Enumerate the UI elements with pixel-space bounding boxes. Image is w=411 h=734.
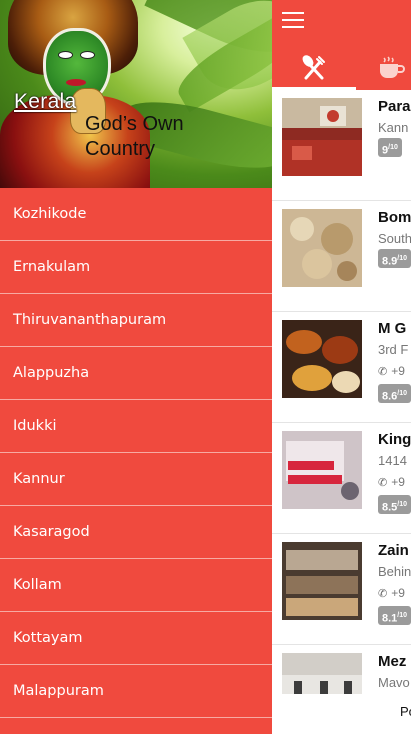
rating-badge: 8.5/10 (378, 495, 411, 514)
restaurant-name: Zain (378, 542, 409, 559)
rating-badge: 8.1/10 (378, 606, 411, 625)
restaurant-address: 1414 (378, 453, 407, 468)
district-item-malappuram[interactable]: Malappuram (0, 665, 272, 718)
bottom-bar (272, 694, 411, 734)
district-item-kottayam[interactable]: Kottayam (0, 612, 272, 665)
restaurant-name: M G (378, 320, 407, 337)
restaurant-phone: ✆+9 (378, 475, 405, 489)
restaurant-photo (282, 98, 362, 176)
district-item-kasaragod[interactable]: Kasaragod (0, 506, 272, 559)
app-bar (272, 0, 411, 90)
restaurant-address: Behin (378, 564, 411, 579)
restaurant-name: Mez (378, 653, 407, 670)
tab-food[interactable] (272, 46, 356, 90)
restaurant-address: South (378, 231, 411, 246)
phone-icon: ✆ (378, 588, 388, 600)
restaurant-address: Kann (378, 120, 409, 135)
navigation-drawer: Kerala God’s Own Country Kozhikode Ernak… (0, 0, 272, 734)
restaurant-name: King (378, 431, 411, 448)
restaurant-card[interactable]: King 1414 ✆ +9 8.5/10 (272, 423, 411, 534)
bottom-text: Po (400, 704, 411, 719)
restaurant-card[interactable]: M G 3rd F ✆ +9 8.6/10 (272, 312, 411, 423)
main-content: Para Kann 9/10 Bom South 8.9/10 M G 3rd … (272, 0, 411, 734)
restaurant-name: Para (378, 98, 411, 115)
restaurant-name: Bom (378, 209, 411, 226)
restaurant-photo (282, 320, 362, 398)
restaurant-card[interactable]: Para Kann 9/10 (272, 90, 411, 201)
drawer-header-image: Kerala God’s Own Country (0, 0, 272, 188)
restaurant-list: Para Kann 9/10 Bom South 8.9/10 M G 3rd … (272, 90, 411, 734)
restaurant-card[interactable]: Bom South 8.9/10 (272, 201, 411, 312)
drawer-title: Kerala (14, 90, 77, 113)
district-item-alappuzha[interactable]: Alappuzha (0, 347, 272, 400)
restaurant-photo (282, 209, 362, 287)
restaurant-photo (282, 542, 362, 620)
restaurant-address: 3rd F (378, 342, 409, 357)
menu-icon[interactable] (282, 12, 304, 28)
phone-icon: ✆ (378, 477, 388, 489)
phone-icon: ✆ (378, 366, 388, 378)
restaurant-phone: ✆+9 (378, 586, 405, 600)
drawer-tagline: God’s Own Country (85, 113, 184, 160)
district-item-kozhikode[interactable]: Kozhikode (0, 188, 272, 241)
rating-badge: 9/10 (378, 138, 402, 157)
fork-knife-icon (302, 55, 325, 80)
district-list: Kozhikode Ernakulam Thiruvananthapuram A… (0, 188, 272, 718)
restaurant-photo (282, 431, 362, 509)
restaurant-phone: ✆+9 (378, 364, 405, 378)
restaurant-address: Mavo (378, 675, 410, 690)
restaurant-card[interactable]: Zain Behin ✆ +9 8.1/10 (272, 534, 411, 645)
rating-badge: 8.6/10 (378, 384, 411, 403)
district-item-kannur[interactable]: Kannur (0, 453, 272, 506)
district-item-ernakulam[interactable]: Ernakulam (0, 241, 272, 294)
tab-cafe[interactable] (356, 46, 411, 90)
district-item-kollam[interactable]: Kollam (0, 559, 272, 612)
coffee-cup-icon (380, 56, 405, 78)
district-item-thiruvananthapuram[interactable]: Thiruvananthapuram (0, 294, 272, 347)
district-item-idukki[interactable]: Idukki (0, 400, 272, 453)
rating-badge: 8.9/10 (378, 249, 411, 268)
